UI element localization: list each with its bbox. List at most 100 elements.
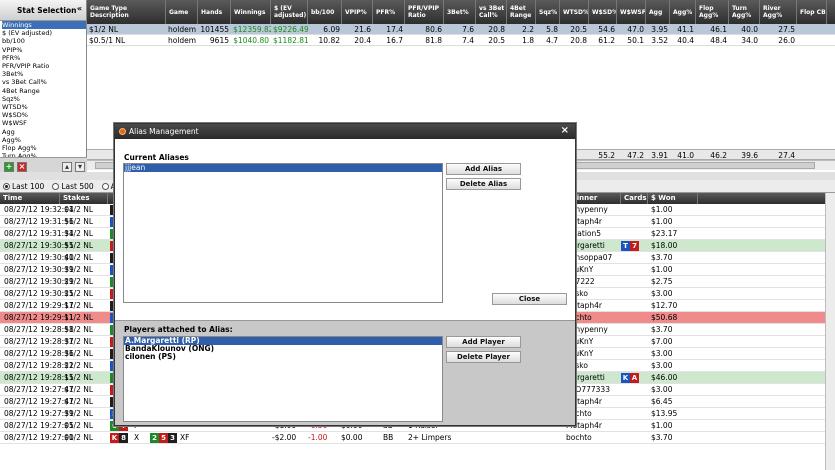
hand-stakes: $1/2 NL [64,289,94,298]
players-listbox[interactable]: A.Margaretti (RP) BandaKlounov (ONG) cilon… [123,336,443,422]
stat-list-item[interactable]: bb/100 [2,37,86,45]
stat-list-item[interactable]: Agg [2,128,86,136]
move-down-icon[interactable]: ▾ [75,162,85,172]
filter-radio[interactable]: Last 500 [52,182,94,191]
stats-cell: 80.6 [425,25,442,34]
hand-stakes: $1/2 NL [64,337,94,346]
stats-column-header[interactable]: W$WSF [617,0,646,24]
add-stat-icon[interactable]: + [4,162,14,172]
stats-column-header[interactable]: W$SD% [589,0,617,24]
stats-row[interactable]: $0.5/1 NL holdem 9615 $1040.80 $1182.81 10.82… [87,35,835,46]
stats-column-header[interactable]: VPIP% [342,0,373,24]
hand-won: $0.00 [341,433,363,442]
stats-column-header[interactable]: Agg% [670,0,696,24]
radio-dot[interactable] [3,182,10,190]
aliases-listbox[interactable]: jjjean [123,163,443,303]
stats-cell: 3.52 [651,36,668,45]
hand-winner-won: $2.75 [651,277,673,286]
player-item[interactable]: cilonen (PS) [124,353,442,361]
stat-list-item[interactable]: PFR/VPIP Ratio [2,62,86,70]
add-alias-button[interactable]: Add Alias [446,163,521,175]
radio-dot[interactable] [52,182,60,190]
stats-row[interactable]: $1/2 NL holdem 101455 $12359.82 $9226.49 6.09… [87,24,835,35]
stats-column-header[interactable]: vs 3Bet Call% [476,0,507,24]
hand-row[interactable]: 08/27/12 19:27:00 $1/2 NL K 8 X 2 5 3 XF -$2.00 -1… [0,432,835,444]
stat-list-item[interactable]: Agg% [2,136,86,144]
stats-column-header[interactable]: Winnings [231,0,271,24]
hands-column-header[interactable]: Stakes [60,193,108,204]
stats-column-header[interactable]: $ (EV adjusted) [271,0,308,24]
stat-list-item[interactable]: Sqz% [2,95,86,103]
stats-column-header[interactable]: Agg [646,0,670,24]
hand-stakes: $1/2 NL [64,385,94,394]
hand-stakes: $1/2 NL [64,253,94,262]
add-player-button[interactable]: Add Player [446,336,521,348]
stat-list-item[interactable]: PFR% [2,54,86,62]
hand-winner-won: $3.00 [651,349,673,358]
filter-radio[interactable]: Last 100 [3,182,44,191]
stat-list-item[interactable]: WTSD% [2,103,86,111]
stat-list-item[interactable]: W$WSF [2,119,86,127]
delete-player-button[interactable]: Delete Player [446,351,521,363]
stats-column-header[interactable]: Game Type Description [87,0,166,24]
stat-list[interactable]: Winnings $ (EV adjusted) bb/100 VPIP% PFR% PF… [0,21,86,157]
stats-column-header[interactable]: Game [166,0,198,24]
stat-list-item[interactable]: VPIP% [2,46,86,54]
stats-column-header[interactable]: Flop CB [797,0,827,24]
hand-stakes: $1/2 NL [64,433,94,442]
hand-winner-won: $3.70 [651,433,673,442]
stats-column-header[interactable]: Turn Agg% [729,0,760,24]
remove-stat-icon[interactable]: × [17,162,27,172]
hand-winner-won: $1.00 [651,205,673,214]
stats-column-header[interactable]: River Agg% [760,0,797,24]
stats-column-header[interactable]: Hands [198,0,231,24]
stats-column-header[interactable]: PFR% [373,0,405,24]
delete-alias-button[interactable]: Delete Alias [446,178,521,190]
aliases-section: Current Aliases jjjean Add Alias Delete … [115,139,575,320]
move-up-icon[interactable]: ▴ [62,162,72,172]
playing-card: 2 [150,433,159,443]
close-button[interactable]: Close [492,293,567,305]
hands-column-header[interactable]: $ Won [648,193,698,204]
hand-winner-won: $46.00 [651,373,678,382]
hand-stakes: $1/2 NL [64,325,94,334]
stats-table-header: Game Type Description Game Hands Winnings $ … [87,0,835,24]
stats-cell: 40.0 [741,25,758,34]
players-attached-label: Players attached to Alias: [124,325,233,334]
stat-list-item[interactable]: Winnings [2,21,86,30]
close-icon[interactable]: × [561,125,569,136]
hand-stakes: $1/2 NL [64,241,94,250]
stats-cell: 50.1 [627,36,644,45]
alias-item[interactable]: jjjean [124,164,442,172]
vertical-scrollbar[interactable] [825,193,835,470]
stats-cell: $12359.82 [233,25,271,34]
stats-column-header[interactable]: Flop Agg% [696,0,729,24]
stats-column-header[interactable]: PFR/VPIP Ratio [405,0,444,24]
stats-cell: 10.82 [318,36,340,45]
hand-stakes: $1/2 NL [64,421,94,430]
stat-list-item[interactable]: 4Bet Range [2,87,86,95]
stats-cell: 17.4 [386,25,403,34]
stats-cell: 61.2 [598,36,615,45]
stat-list-item[interactable]: $ (EV adjusted) [2,29,86,37]
stats-cell: holdem [168,25,197,34]
stats-column-header[interactable]: bb/100 [308,0,342,24]
stats-column-header[interactable]: Sqz% [536,0,560,24]
hand-stakes: $1/2 NL [64,349,94,358]
stats-column-header[interactable]: 3Bet% [444,0,476,24]
stat-list-item[interactable]: Flop Agg% [2,144,86,152]
stat-list-item[interactable]: vs 3Bet Call% [2,78,86,86]
stats-column-header[interactable]: 4Bet Range [507,0,536,24]
hand-stakes: $1/2 NL [64,409,94,418]
hands-column-header[interactable]: Cards [621,193,648,204]
stats-cell: 47.0 [627,25,644,34]
hands-column-header[interactable]: Time [0,193,60,204]
stat-list-item[interactable]: 3Bet% [2,70,86,78]
stats-cell: 20.4 [354,36,371,45]
collapse-icon[interactable]: « [77,4,82,13]
stat-list-item[interactable]: W$SD% [2,111,86,119]
stats-column-header[interactable]: WTSD% [560,0,589,24]
stats-cell: 7.4 [462,36,474,45]
stats-cell: 101455 [200,25,229,34]
radio-dot[interactable] [101,182,109,190]
